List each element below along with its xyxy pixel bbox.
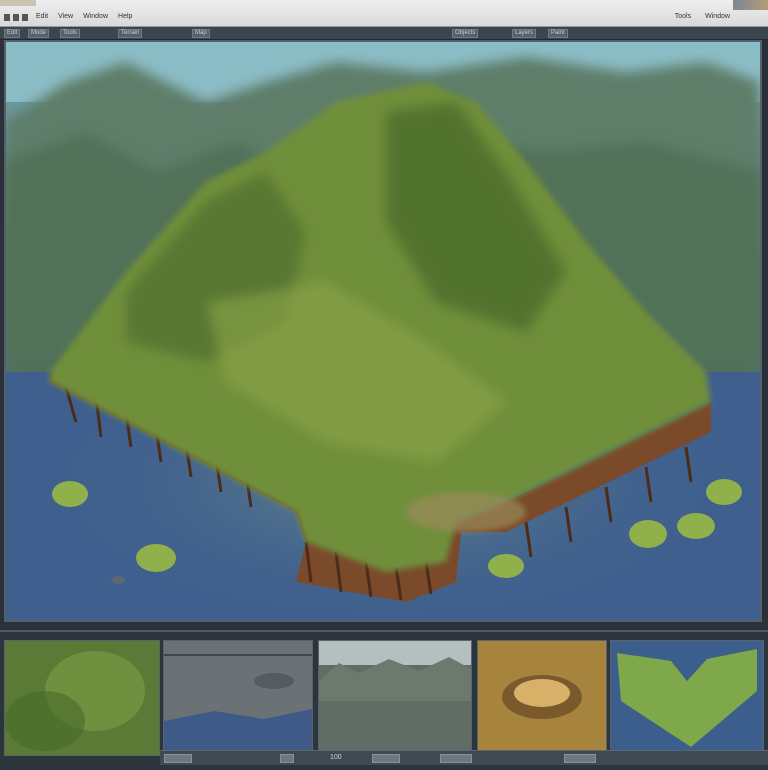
rock (111, 576, 125, 584)
island-scene (6, 42, 760, 620)
status-field (280, 754, 294, 763)
thumbnail-forest[interactable] (318, 640, 472, 756)
islet (52, 481, 88, 507)
menu-icons (4, 14, 28, 21)
islet (136, 544, 176, 572)
toolbar-button-paint[interactable]: Paint (548, 29, 568, 38)
toolbar-button-terrain[interactable]: Terrain (118, 29, 143, 38)
thumbnail-rock[interactable] (163, 640, 313, 756)
thumbnail-grass[interactable] (4, 640, 160, 756)
thumbnail-sand-crater[interactable] (477, 640, 607, 756)
islet (629, 520, 667, 548)
toolbar-button-layers[interactable]: Layers (512, 29, 537, 38)
menu-left: Edit View Window Help (36, 13, 132, 20)
thumbnail-island-heart[interactable] (610, 640, 764, 756)
menu-item-edit[interactable]: Edit (36, 13, 48, 20)
toolbar-button-objects[interactable]: Objects (452, 29, 479, 38)
islet (488, 554, 524, 578)
menu-item-help[interactable]: Help (118, 13, 132, 20)
toolbar: Edit Mode Tools Terrain Map Objects Laye… (0, 27, 768, 40)
menu-item-view[interactable]: View (58, 13, 73, 20)
toolbar-center-label: Map (192, 29, 210, 38)
status-field (564, 754, 596, 763)
folder-icon[interactable] (13, 14, 19, 21)
islet (706, 479, 742, 505)
islet (677, 513, 715, 539)
menu-item-window-right[interactable]: Window (705, 13, 730, 20)
toolbar-button-mode[interactable]: Mode (28, 29, 50, 38)
menu-item-tools[interactable]: Tools (675, 13, 691, 20)
zoom-readout: 100 (330, 754, 342, 761)
menu-bar: Edit View Window Help Tools Window (0, 0, 768, 27)
save-icon[interactable] (22, 14, 28, 21)
menu-item-window[interactable]: Window (83, 13, 108, 20)
status-field (440, 754, 472, 763)
app-stamp (0, 0, 36, 6)
file-icon[interactable] (4, 14, 10, 21)
map-viewport[interactable] (4, 40, 762, 622)
menu-right: Tools Window (675, 13, 730, 20)
asset-browser (0, 630, 768, 770)
status-field (164, 754, 192, 763)
status-bar: 100 (160, 750, 768, 765)
toolbar-button-edit[interactable]: Edit (4, 29, 21, 38)
status-field (372, 754, 400, 763)
corner-thumbnail (733, 0, 768, 10)
toolbar-button-tools[interactable]: Tools (60, 29, 81, 38)
